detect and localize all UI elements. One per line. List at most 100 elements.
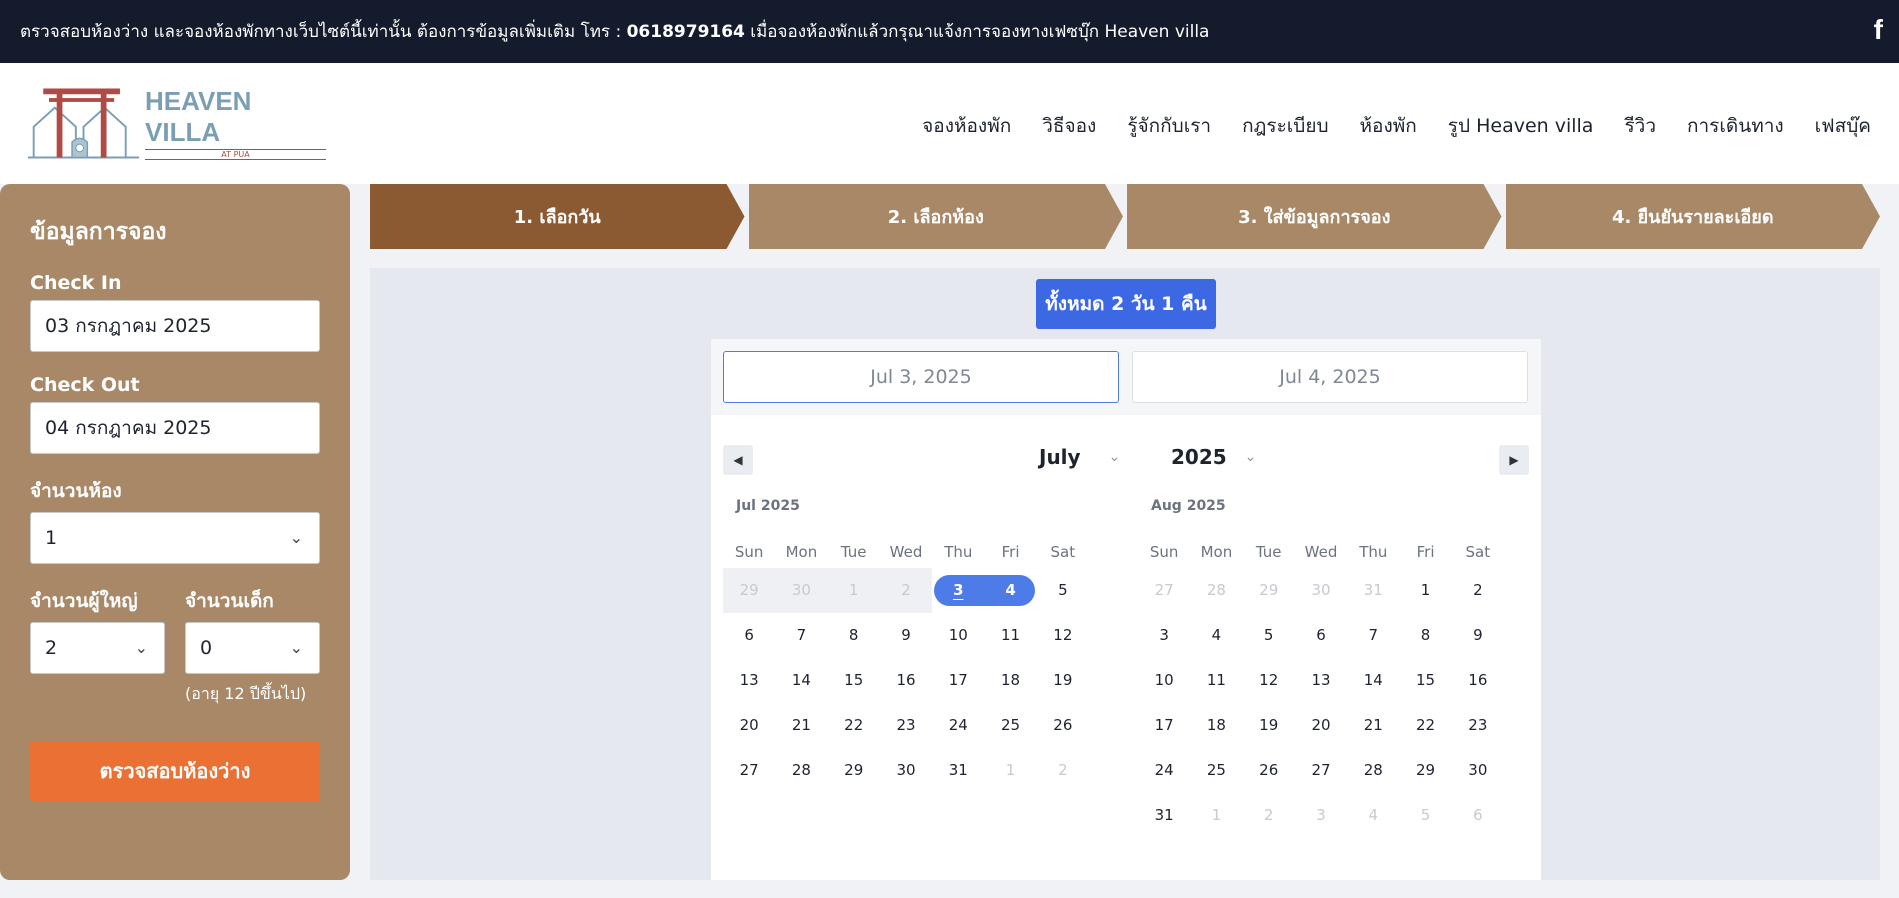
calendar-day[interactable]: 5 (1037, 568, 1089, 613)
calendar-day[interactable]: 7 (1347, 613, 1399, 658)
calendar-day[interactable]: 9 (880, 613, 932, 658)
next-month-button[interactable]: ▶ (1499, 445, 1529, 475)
calendar-day[interactable]: 9 (1452, 613, 1504, 658)
calendar-day: 27 (1138, 568, 1190, 613)
calendar-day[interactable]: 4 (1190, 613, 1242, 658)
year-select[interactable]: 2025 ⌄ (1171, 445, 1256, 469)
caret-right-icon: ▶ (1509, 453, 1519, 467)
calendar-day[interactable]: 4 (984, 568, 1036, 613)
end-date-input[interactable]: Jul 4, 2025 (1132, 351, 1528, 403)
facebook-icon[interactable]: f (1874, 14, 1883, 46)
step-select-date[interactable]: 1. เลือกวัน (370, 184, 745, 249)
logo-title: HEAVEN VILLA (145, 86, 252, 147)
calendar-day[interactable]: 23 (1452, 703, 1504, 748)
calendar-day-number: 7 (796, 626, 807, 644)
calendar-day[interactable]: 8 (1399, 613, 1451, 658)
calendar-day[interactable]: 22 (1399, 703, 1451, 748)
nav-item-rules[interactable]: กฎระเบียบ (1242, 111, 1328, 141)
calendar-day[interactable]: 17 (1138, 703, 1190, 748)
calendar-day[interactable]: 6 (723, 613, 775, 658)
calendar-day[interactable]: 19 (1037, 658, 1089, 703)
calendar-day[interactable]: 28 (1347, 748, 1399, 793)
calendar-day[interactable]: 23 (880, 703, 932, 748)
calendar-day[interactable]: 12 (1243, 658, 1295, 703)
calendar-day[interactable]: 11 (984, 613, 1036, 658)
calendar-day[interactable]: 22 (828, 703, 880, 748)
rooms-select[interactable]: 1 ⌄ (30, 512, 320, 564)
calendar-day[interactable]: 6 (1295, 613, 1347, 658)
prev-month-button[interactable]: ◀ (723, 445, 753, 475)
step-enter-info[interactable]: 3. ใส่ข้อมูลการจอง (1127, 184, 1502, 249)
calendar-day[interactable]: 7 (775, 613, 827, 658)
calendar-day[interactable]: 25 (1190, 748, 1242, 793)
step-confirm[interactable]: 4. ยืนยันรายละเอียด (1506, 184, 1881, 249)
guests-row: จำนวนผู้ใหญ่ 2 ⌄ จำนวนเด็ก 0 ⌄ (30, 586, 320, 696)
calendar-day[interactable]: 10 (1138, 658, 1190, 703)
calendar-day[interactable]: 29 (828, 748, 880, 793)
calendar-day[interactable]: 30 (880, 748, 932, 793)
calendar-day[interactable]: 19 (1243, 703, 1295, 748)
calendar-day[interactable]: 11 (1190, 658, 1242, 703)
calendar-day[interactable]: 14 (1347, 658, 1399, 703)
calendar-day[interactable]: 20 (723, 703, 775, 748)
calendar-day[interactable]: 31 (1138, 793, 1190, 838)
calendar-day[interactable]: 15 (828, 658, 880, 703)
calendar-day[interactable]: 12 (1037, 613, 1089, 658)
nav-item-booking[interactable]: จองห้องพัก (922, 111, 1011, 141)
calendar-day[interactable]: 27 (723, 748, 775, 793)
calendar-day[interactable]: 17 (932, 658, 984, 703)
calendar-day[interactable]: 3 (932, 568, 985, 613)
calendar-day[interactable]: 2 (1452, 568, 1504, 613)
checkout-field[interactable]: 04 กรกฎาคม 2025 (30, 402, 320, 454)
calendar-day[interactable]: 24 (932, 703, 984, 748)
weekday-label: Tue (1255, 543, 1282, 561)
calendar-day[interactable]: 24 (1138, 748, 1190, 793)
chevron-down-icon: ⌄ (134, 638, 148, 657)
age-note: (อายุ 12 ปีขึ้นไป) (185, 684, 307, 703)
step-select-room[interactable]: 2. เลือกห้อง (749, 184, 1124, 249)
calendar-day[interactable]: 18 (984, 658, 1036, 703)
calendar-day[interactable]: 15 (1399, 658, 1451, 703)
calendar-day[interactable]: 18 (1190, 703, 1242, 748)
nav-item-about[interactable]: รู้จักกับเรา (1127, 111, 1211, 141)
calendar-day[interactable]: 5 (1243, 613, 1295, 658)
calendar-day[interactable]: 26 (1037, 703, 1089, 748)
nav-item-facebook[interactable]: เฟสบุ๊ค (1815, 111, 1871, 141)
calendar-day[interactable]: 28 (775, 748, 827, 793)
children-select[interactable]: 0 ⌄ (185, 622, 320, 674)
calendar-day[interactable]: 3 (1138, 613, 1190, 658)
calendar-day[interactable]: 16 (1452, 658, 1504, 703)
calendar-day-number: 25 (1001, 716, 1021, 734)
calendar-day[interactable]: 25 (984, 703, 1036, 748)
calendar-day[interactable]: 21 (775, 703, 827, 748)
calendar-day[interactable]: 27 (1295, 748, 1347, 793)
calendar-day[interactable]: 1 (1399, 568, 1451, 613)
calendar-day[interactable]: 20 (1295, 703, 1347, 748)
calendar-day-number: 9 (1473, 626, 1483, 644)
nav-item-directions[interactable]: การเดินทาง (1687, 111, 1784, 141)
calendar-day[interactable]: 30 (1452, 748, 1504, 793)
month-grid-august: Aug 2025 Sun Mon Tue Wed Thu Fri Sat 27 28 29 30 3… (1138, 498, 1504, 838)
adults-select[interactable]: 2 ⌄ (30, 622, 165, 674)
calendar-day[interactable]: 26 (1243, 748, 1295, 793)
site-logo[interactable]: HEAVEN VILLA AT PUA (26, 83, 326, 163)
month-select[interactable]: July ⌄ (1039, 445, 1120, 469)
calendar-day[interactable]: 13 (723, 658, 775, 703)
calendar-day: 2 (879, 568, 933, 613)
calendar-day[interactable]: 21 (1347, 703, 1399, 748)
calendar-day[interactable]: 8 (828, 613, 880, 658)
calendar-day[interactable]: 14 (775, 658, 827, 703)
nav-item-reviews[interactable]: รีวิว (1624, 111, 1656, 141)
nav-item-how-to-book[interactable]: วิธีจอง (1042, 111, 1096, 141)
calendar-day-number: 6 (1473, 806, 1483, 824)
calendar-day[interactable]: 16 (880, 658, 932, 703)
check-availability-button[interactable]: ตรวจสอบห้องว่าง (30, 741, 320, 801)
checkin-field[interactable]: 03 กรกฎาคม 2025 (30, 300, 320, 352)
calendar-day[interactable]: 10 (932, 613, 984, 658)
nav-item-gallery[interactable]: รูป Heaven villa (1448, 111, 1594, 141)
start-date-input[interactable]: Jul 3, 2025 (723, 351, 1119, 403)
calendar-day[interactable]: 13 (1295, 658, 1347, 703)
calendar-day[interactable]: 29 (1399, 748, 1451, 793)
nav-item-rooms[interactable]: ห้องพัก (1360, 111, 1417, 141)
calendar-day[interactable]: 31 (932, 748, 984, 793)
